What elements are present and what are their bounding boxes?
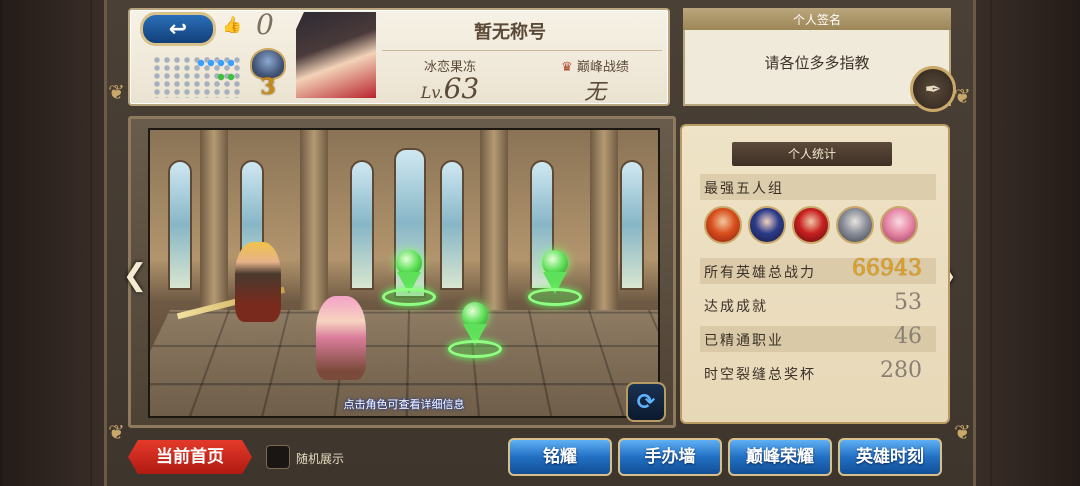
pillar <box>590 130 618 310</box>
stat-label-achievements: 达成成就 <box>704 299 768 315</box>
stat-label-rift-trophies: 时空裂缝总奖杯 <box>704 367 816 383</box>
team-hero-avatar[interactable] <box>836 206 874 244</box>
scene-hint: 点击角色可查看详细信息 <box>343 398 465 411</box>
thumbs-up-icon[interactable]: 👍 <box>222 15 242 34</box>
collection-dots-green <box>216 72 238 82</box>
pillar <box>200 130 228 310</box>
stat-value-rift-trophies: 280 <box>880 358 922 383</box>
rank-number: 3 <box>260 74 276 100</box>
level-number: 63 <box>443 72 480 105</box>
quill-icon: ✒ <box>924 77 942 101</box>
stat-value-mastered-classes: 46 <box>894 324 922 349</box>
stat-label-power: 所有英雄总战力 <box>704 265 816 281</box>
peak-label-text: 巅峰战绩 <box>576 60 629 75</box>
refresh-button[interactable]: ⟳ <box>626 382 666 422</box>
team-hero-avatar[interactable] <box>704 206 742 244</box>
peak-glory-button[interactable]: 巅峰荣耀 <box>728 438 832 476</box>
divider <box>382 50 662 51</box>
back-arrow-icon: ↩ <box>168 16 188 42</box>
current-home-button[interactable]: 当前首页 <box>128 440 252 474</box>
figure-wall-button[interactable]: 手办墙 <box>618 438 722 476</box>
crest-icon: ♛ <box>561 60 573 75</box>
stats-heading: 个人统计 <box>732 142 892 166</box>
team-hero-avatar[interactable] <box>748 206 786 244</box>
team-label: 最强五人组 <box>704 181 784 197</box>
stained-window <box>440 160 464 290</box>
level-prefix: Lv. <box>420 83 444 102</box>
rank-badge[interactable]: 3 <box>246 48 290 100</box>
signature-text: 请各位多多指教 <box>764 54 870 72</box>
stat-value-achievements: 53 <box>894 290 922 315</box>
player-title: 暂无称号 <box>474 22 546 43</box>
refresh-icon: ⟳ <box>636 389 656 415</box>
peak-record-value: 无 <box>583 80 606 105</box>
stained-window <box>168 160 192 290</box>
peak-record-label: ♛ 巅峰战绩 <box>540 56 650 75</box>
player-level: Lv.63 <box>390 72 510 105</box>
empty-slot-marker[interactable] <box>382 250 436 310</box>
previous-arrow-icon[interactable]: ❮ <box>122 248 148 302</box>
random-display-label: 随机展示 <box>296 452 345 466</box>
team-hero-avatar[interactable] <box>880 206 918 244</box>
stat-label-mastered-classes: 已精通职业 <box>704 333 784 349</box>
collection-dots-blue <box>196 58 234 68</box>
edit-signature-button[interactable]: ✒ <box>910 66 956 112</box>
empty-slot-marker[interactable] <box>528 250 582 310</box>
hero-character[interactable] <box>235 242 281 322</box>
hero-moments-button[interactable]: 英雄时刻 <box>838 438 942 476</box>
stat-value-power: 66943 <box>852 256 922 281</box>
pillar <box>300 130 328 310</box>
stained-window <box>620 160 644 290</box>
signature-heading: 个人签名 <box>683 10 951 30</box>
pillar <box>480 130 508 310</box>
back-button[interactable]: ↩ <box>140 12 216 46</box>
stained-window <box>350 160 374 290</box>
like-count: 0 <box>256 8 274 41</box>
honor-button[interactable]: 铭耀 <box>508 438 612 476</box>
team-hero-avatar[interactable] <box>792 206 830 244</box>
player-avatar[interactable] <box>296 12 376 98</box>
empty-slot-marker[interactable] <box>448 302 502 362</box>
ornament-icon: ❦ <box>954 84 971 108</box>
ornament-icon: ❦ <box>108 80 125 104</box>
random-display-checkbox[interactable] <box>266 445 290 469</box>
ornament-icon: ❦ <box>108 420 125 444</box>
ornament-icon: ❦ <box>954 420 971 444</box>
hero-character[interactable] <box>316 296 366 380</box>
